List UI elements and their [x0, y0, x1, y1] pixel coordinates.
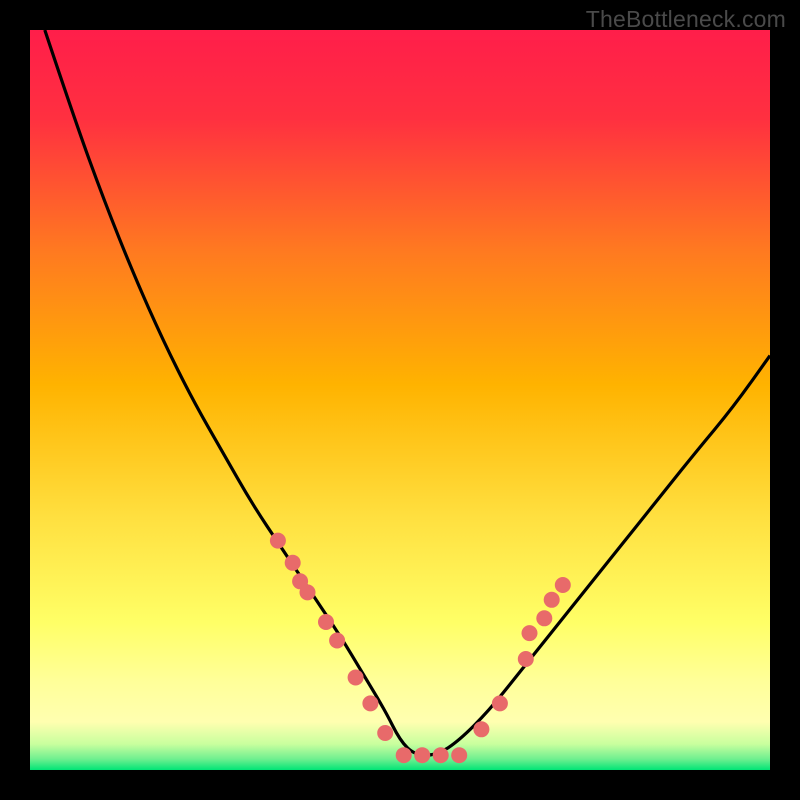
data-point [433, 747, 449, 763]
data-point [270, 533, 286, 549]
data-point [451, 747, 467, 763]
data-point [348, 670, 364, 686]
data-point [414, 747, 430, 763]
data-point [518, 651, 534, 667]
data-point [473, 721, 489, 737]
data-point [536, 610, 552, 626]
data-point [300, 584, 316, 600]
bottleneck-chart [30, 30, 770, 770]
data-point [555, 577, 571, 593]
data-point [492, 695, 508, 711]
watermark-text: TheBottleneck.com [586, 6, 786, 33]
data-point [544, 592, 560, 608]
data-point [329, 633, 345, 649]
data-point [522, 625, 538, 641]
data-point [377, 725, 393, 741]
data-point [362, 695, 378, 711]
data-point [318, 614, 334, 630]
chart-svg [30, 30, 770, 770]
data-point [396, 747, 412, 763]
chart-background [30, 30, 770, 770]
data-point [285, 555, 301, 571]
